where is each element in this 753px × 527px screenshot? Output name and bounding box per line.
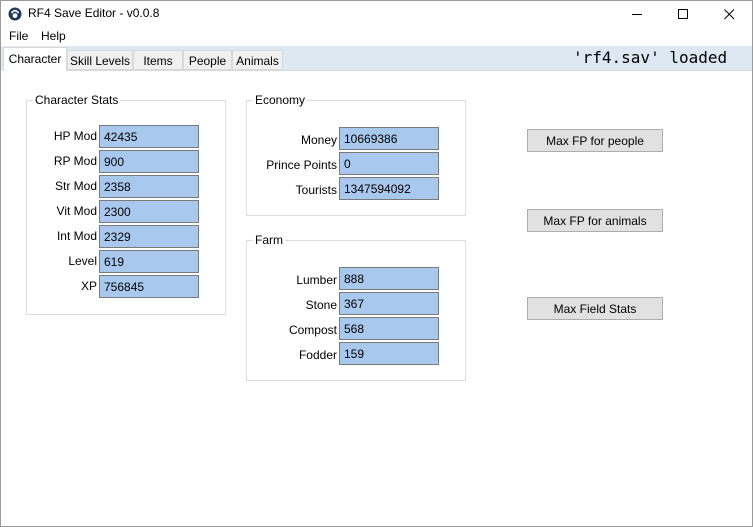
vit-mod-input[interactable] (99, 200, 199, 223)
window-title: RF4 Save Editor - v0.0.8 (28, 6, 160, 20)
farm-group: Farm Lumber Stone Compost Fodder (246, 233, 466, 381)
vit-mod-label: Vit Mod (56, 204, 97, 218)
str-mod-label: Str Mod (54, 179, 97, 193)
money-input[interactable] (339, 127, 439, 150)
menu-help[interactable]: Help (41, 29, 66, 43)
character-tab-panel: Character Stats HP Mod RP Mod Str Mod Vi… (2, 70, 752, 526)
app-paw-icon (8, 7, 22, 21)
character-stats-group: Character Stats HP Mod RP Mod Str Mod Vi… (26, 93, 226, 315)
tourists-input[interactable] (339, 177, 439, 200)
xp-label: XP (80, 279, 97, 293)
rp-mod-input[interactable] (99, 150, 199, 173)
tab-character[interactable]: Character (3, 47, 67, 71)
lumber-label: Lumber (296, 273, 337, 287)
fodder-input[interactable] (339, 342, 439, 365)
close-button[interactable] (706, 1, 752, 27)
max-fp-animals-button[interactable]: Max FP for animals (527, 209, 663, 232)
str-mod-input[interactable] (99, 175, 199, 198)
max-fp-people-button[interactable]: Max FP for people (527, 129, 663, 152)
app-window: RF4 Save Editor - v0.0.8 File Help Chara… (0, 0, 753, 527)
money-label: Money (300, 133, 337, 147)
stone-label: Stone (305, 298, 337, 312)
economy-group: Economy Money Prince Points Tourists (246, 93, 466, 216)
tourists-label: Tourists (295, 183, 337, 197)
stone-input[interactable] (339, 292, 439, 315)
tab-items[interactable]: Items (133, 50, 183, 70)
tab-skill-levels[interactable]: Skill Levels (67, 50, 133, 70)
maximize-icon (677, 8, 688, 19)
minimize-button[interactable] (614, 1, 660, 27)
title-bar: RF4 Save Editor - v0.0.8 (1, 1, 752, 27)
xp-input[interactable] (99, 275, 199, 298)
hp-mod-input[interactable] (99, 125, 199, 148)
level-label: Level (68, 254, 97, 268)
menu-bar: File Help (1, 27, 752, 46)
compost-input[interactable] (339, 317, 439, 340)
character-stats-title: Character Stats (33, 93, 121, 107)
tab-people[interactable]: People (183, 50, 232, 70)
compost-label: Compost (288, 323, 337, 337)
lumber-input[interactable] (339, 267, 439, 290)
maximize-button[interactable] (660, 1, 706, 27)
max-field-stats-button[interactable]: Max Field Stats (527, 297, 663, 320)
menu-file[interactable]: File (9, 29, 28, 43)
int-mod-input[interactable] (99, 225, 199, 248)
economy-title: Economy (253, 93, 308, 107)
tab-animals[interactable]: Animals (232, 50, 283, 70)
prince-points-label: Prince Points (266, 158, 337, 172)
minimize-icon (631, 13, 642, 15)
status-loaded-text: 'rf4.sav' loaded (573, 48, 728, 67)
int-mod-label: Int Mod (56, 229, 97, 243)
farm-title: Farm (253, 233, 285, 247)
level-input[interactable] (99, 250, 199, 273)
close-icon (723, 8, 734, 19)
rp-mod-label: RP Mod (53, 154, 97, 168)
fodder-label: Fodder (298, 348, 337, 362)
prince-points-input[interactable] (339, 152, 439, 175)
hp-mod-label: HP Mod (53, 129, 97, 143)
